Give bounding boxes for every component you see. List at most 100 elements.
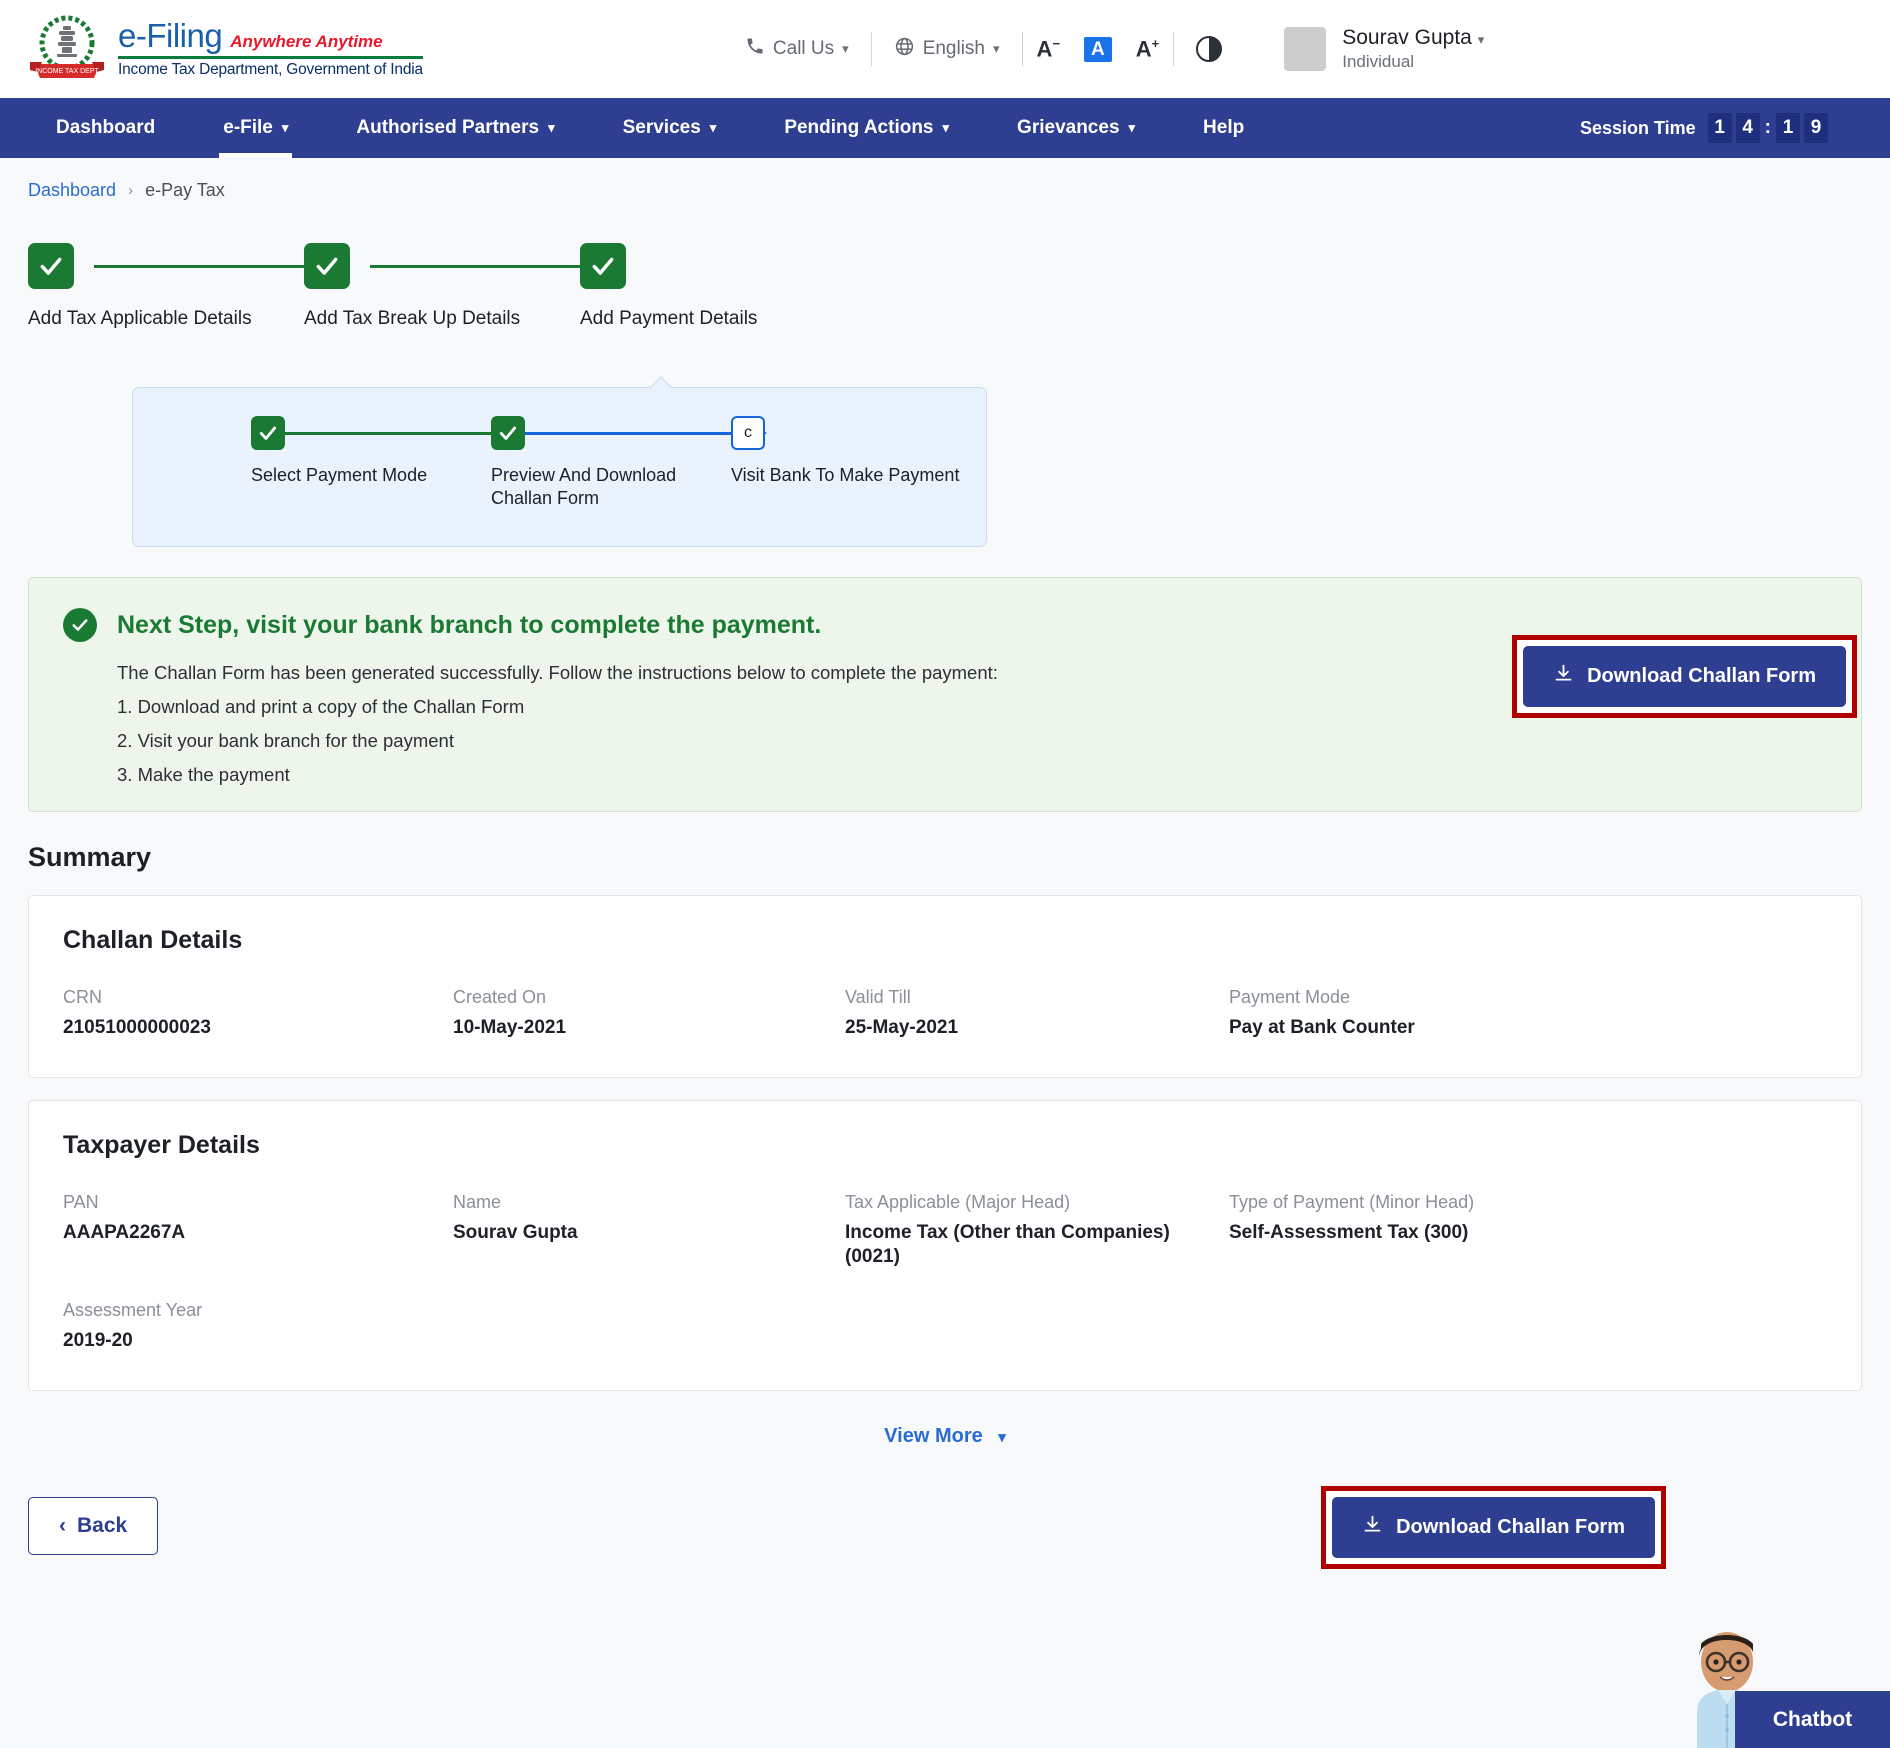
india-emblem-icon: INCOME TAX DEPT [28, 12, 106, 86]
svg-text:INCOME TAX DEPT: INCOME TAX DEPT [35, 68, 99, 75]
check-icon [580, 243, 626, 289]
page-body: Dashboard › e-Pay Tax Add Tax Applicable… [0, 158, 1890, 1748]
top-header: INCOME TAX DEPT e-Filing Anywhere Anytim… [0, 0, 1890, 98]
nav-label: e-File [223, 117, 273, 139]
font-increase-button[interactable]: A+ [1122, 37, 1173, 60]
font-increase-label: A [1136, 37, 1152, 62]
call-us-label: Call Us [773, 38, 834, 60]
font-normal-button[interactable]: A [1084, 37, 1112, 62]
brand-logo[interactable]: INCOME TAX DEPT e-Filing Anywhere Anytim… [28, 12, 423, 86]
field-label: Tax Applicable (Major Head) [845, 1192, 1205, 1213]
taxpayer-details-title: Taxpayer Details [63, 1131, 1827, 1160]
user-role: Individual [1342, 52, 1484, 72]
breadcrumb-separator: › [128, 182, 133, 199]
field-type-of-payment-minor-head: Type of Payment (Minor Head) Self-Assess… [1229, 1192, 1498, 1270]
success-instruction-3: 3. Make the payment [117, 764, 1827, 786]
breadcrumb-current: e-Pay Tax [145, 180, 225, 201]
nav-label: Authorised Partners [356, 117, 539, 139]
chevron-down-icon: ▾ [710, 120, 717, 136]
main-navigation: Dashboard e-File ▾ Authorised Partners ▾… [0, 98, 1890, 158]
field-label: Name [453, 1192, 821, 1213]
field-value: Sourav Gupta [453, 1221, 821, 1246]
main-stepper: Add Tax Applicable Details Add Tax Break… [28, 243, 1862, 373]
check-icon [304, 243, 350, 289]
step-label: Add Payment Details [580, 307, 810, 331]
nav-item-help[interactable]: Help [1169, 98, 1278, 158]
field-value: Self-Assessment Tax (300) [1229, 1221, 1474, 1246]
chatbot-widget[interactable]: Chatbot [1640, 1620, 1890, 1748]
step-add-tax-break-up-details[interactable]: Add Tax Break Up Details [304, 243, 534, 331]
field-value: AAAPA2267A [63, 1221, 429, 1246]
font-decrease-label: A [1037, 37, 1053, 62]
user-name-label: Sourav Gupta [1342, 26, 1472, 49]
session-time-digits: 1 4 : 1 9 [1708, 113, 1828, 143]
header-tools: Call Us ▾ English ▾ A− A A+ [723, 32, 1244, 66]
taxpayer-details-card: Taxpayer Details PAN AAAPA2267A Name Sou… [28, 1100, 1862, 1391]
chevron-down-icon: ▾ [993, 41, 1000, 57]
session-timer: Session Time 1 4 : 1 9 [1580, 113, 1868, 143]
brand-divider [118, 56, 423, 59]
panel-pointer [649, 376, 673, 388]
session-time-label: Session Time [1580, 118, 1696, 139]
summary-heading: Summary [28, 842, 1862, 873]
substep-visit-bank-to-make-payment[interactable]: c Visit Bank To Make Payment [731, 416, 961, 487]
call-us-menu[interactable]: Call Us ▾ [723, 36, 871, 62]
substep-panel: Select Payment Mode Preview And Download… [132, 387, 987, 547]
user-name: Sourav Gupta ▾ [1342, 26, 1484, 50]
check-icon [491, 416, 525, 450]
session-digit: 9 [1804, 113, 1828, 143]
field-label: PAN [63, 1192, 429, 1213]
nav-item-grievances[interactable]: Grievances ▾ [983, 98, 1169, 158]
substep-select-payment-mode[interactable]: Select Payment Mode [251, 416, 481, 487]
nav-label: Grievances [1017, 117, 1119, 139]
step-add-tax-applicable-details[interactable]: Add Tax Applicable Details [28, 243, 258, 331]
nav-item-services[interactable]: Services ▾ [589, 98, 751, 158]
check-icon [28, 243, 74, 289]
current-step-letter: c [744, 424, 752, 442]
download-icon [1362, 1514, 1383, 1541]
download-challan-form-button-top[interactable]: Download Challan Form [1523, 646, 1846, 707]
field-value: Income Tax (Other than Companies) (0021) [845, 1221, 1205, 1270]
field-label: Created On [453, 987, 821, 1008]
step-label: Add Tax Break Up Details [304, 307, 534, 331]
nav-item-dashboard[interactable]: Dashboard [22, 98, 189, 158]
nav-item-pending-actions[interactable]: Pending Actions ▾ [750, 98, 983, 158]
substep-preview-and-download-challan-form[interactable]: Preview And Download Challan Form [491, 416, 721, 511]
nav-label: Dashboard [56, 117, 155, 139]
field-value: 25-May-2021 [845, 1016, 1205, 1041]
back-button[interactable]: ‹ Back [28, 1497, 158, 1555]
substep-label: Preview And Download Challan Form [491, 464, 721, 511]
substep-label: Select Payment Mode [251, 464, 481, 487]
user-menu[interactable]: Sourav Gupta ▾ Individual [1284, 26, 1484, 72]
field-label: Assessment Year [63, 1300, 429, 1321]
taxpayer-details-fields: PAN AAAPA2267A Name Sourav Gupta Tax App… [63, 1192, 1827, 1270]
nav-item-authorised-partners[interactable]: Authorised Partners ▾ [322, 98, 588, 158]
nav-item-e-file[interactable]: e-File ▾ [189, 98, 322, 158]
session-digit: 1 [1776, 113, 1800, 143]
challan-details-title: Challan Details [63, 926, 1827, 955]
taxpayer-details-fields-row2: Assessment Year 2019-20 [63, 1300, 1827, 1354]
field-created-on: Created On 10-May-2021 [453, 987, 845, 1041]
step-label: Add Tax Applicable Details [28, 307, 258, 331]
success-banner: Next Step, visit your bank branch to com… [28, 577, 1862, 812]
language-label: English [923, 38, 985, 60]
field-name: Name Sourav Gupta [453, 1192, 845, 1270]
step-add-payment-details[interactable]: Add Payment Details [580, 243, 810, 331]
chatbot-label: Chatbot [1773, 1708, 1852, 1732]
download-challan-form-button-bottom[interactable]: Download Challan Form [1332, 1497, 1655, 1558]
chevron-down-icon: ▾ [998, 1429, 1006, 1446]
font-decrease-button[interactable]: A− [1023, 37, 1074, 60]
success-title: Next Step, visit your bank branch to com… [117, 611, 821, 640]
field-label: CRN [63, 987, 429, 1008]
language-menu[interactable]: English ▾ [872, 36, 1022, 63]
globe-icon [894, 36, 915, 63]
field-value: 2019-20 [63, 1329, 429, 1354]
chatbot-button[interactable]: Chatbot [1735, 1691, 1890, 1748]
download-icon [1553, 663, 1574, 690]
chevron-down-icon: ▾ [943, 120, 950, 136]
contrast-toggle[interactable] [1174, 36, 1244, 62]
view-more-toggle[interactable]: View More ▾ [28, 1425, 1862, 1448]
field-payment-mode: Payment Mode Pay at Bank Counter [1229, 987, 1439, 1041]
breadcrumb-dashboard[interactable]: Dashboard [28, 180, 116, 201]
chevron-down-icon: ▾ [1478, 32, 1485, 47]
